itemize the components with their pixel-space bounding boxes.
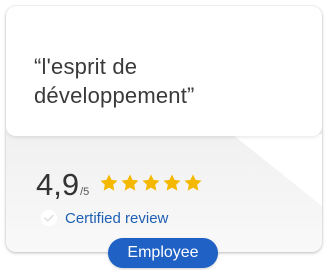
rating-value: 4,9 (36, 167, 80, 202)
rating-scale: /5 (80, 186, 90, 198)
check-circle-icon (40, 209, 58, 227)
review-card: “l'esprit de développement” 4,9 /5 Certi… (6, 6, 322, 252)
quote-bubble: “l'esprit de développement” (6, 6, 322, 136)
star-icon (142, 174, 160, 191)
role-badge: Employee (108, 238, 218, 268)
certified-review: Certified review (40, 209, 168, 227)
star-icon (100, 174, 118, 191)
star-icon (184, 174, 202, 191)
star-icon (121, 174, 139, 191)
rating-row: 4,9 /5 (36, 169, 204, 205)
review-quote: “l'esprit de développement” (34, 54, 195, 108)
star-rating (99, 173, 204, 193)
star-icon (163, 174, 181, 191)
certified-review-label: Certified review (65, 209, 169, 227)
